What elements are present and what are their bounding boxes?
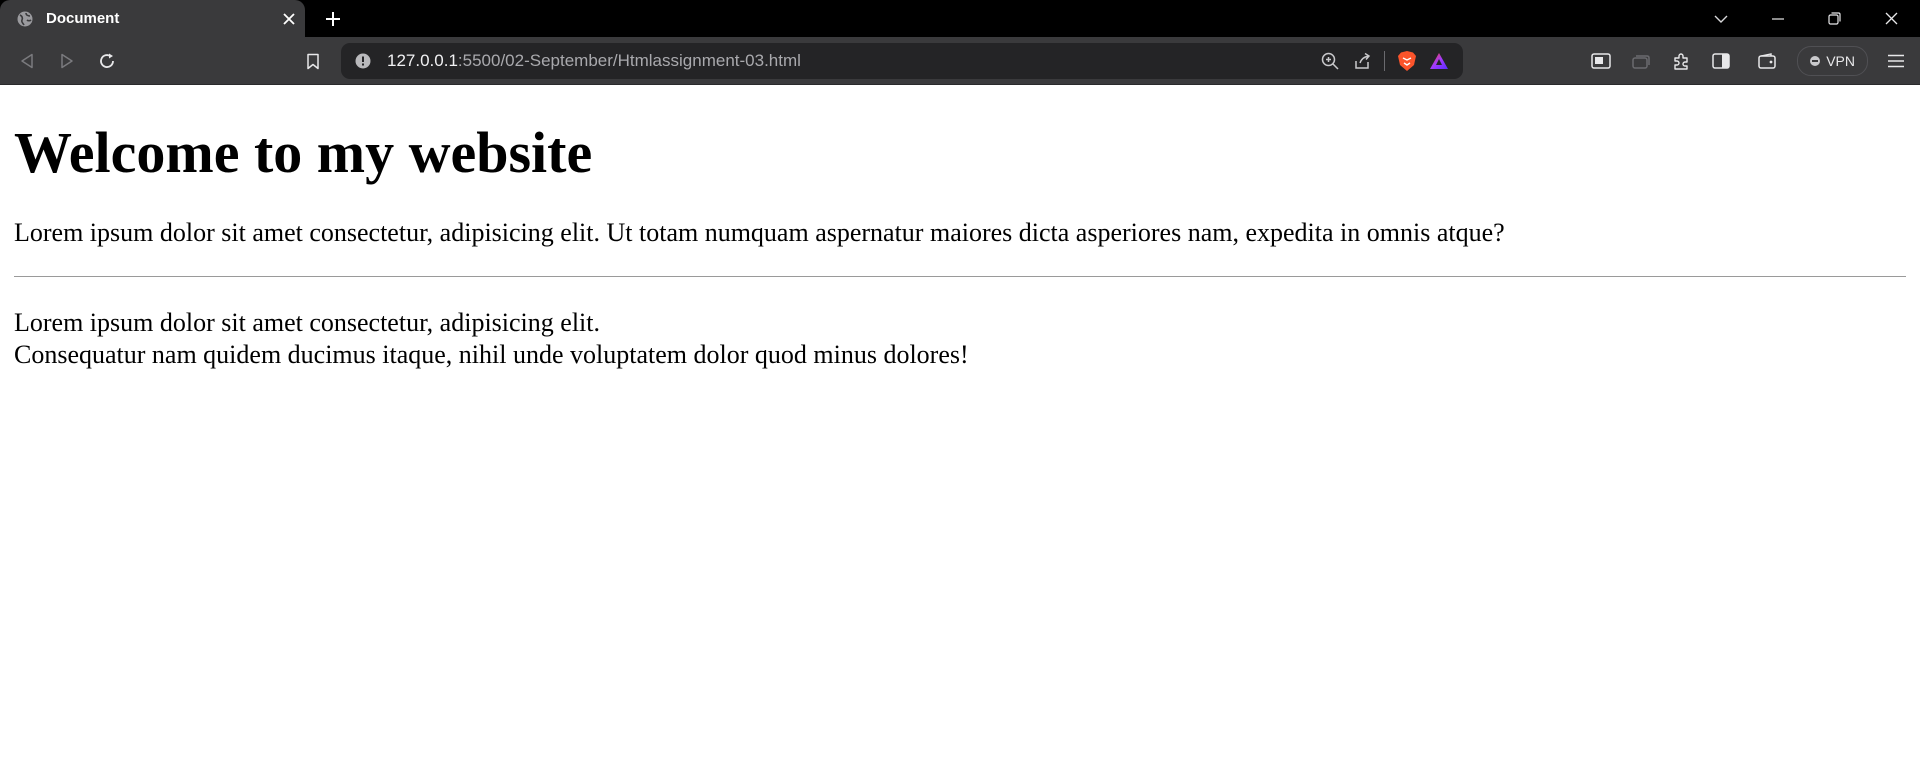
horizontal-rule (14, 275, 1906, 277)
sidebar-icon (1712, 52, 1730, 69)
globe-icon (16, 10, 34, 28)
window-controls (1692, 0, 1920, 37)
vpn-label: VPN (1826, 52, 1855, 69)
separator (1384, 51, 1385, 71)
back-arrow-icon (20, 53, 34, 69)
minimize-button[interactable] (1749, 0, 1806, 37)
url-path: :5500/02-September/Htmlassignment-03.htm… (457, 51, 801, 70)
vpn-status-icon (1810, 55, 1821, 66)
navigation-buttons (7, 43, 127, 79)
wallet-button[interactable] (1747, 43, 1787, 79)
brave-shields-button[interactable] (1391, 45, 1423, 77)
vpn-button[interactable]: VPN (1797, 45, 1868, 76)
brave-lion-icon (1397, 50, 1417, 72)
bookmark-icon (306, 53, 320, 70)
pip-icon (1591, 52, 1611, 69)
hamburger-menu-icon (1887, 54, 1905, 68)
page-heading: Welcome to my website (14, 120, 593, 185)
share-icon (1353, 52, 1371, 70)
brave-rewards-button[interactable] (1423, 45, 1455, 77)
url-host: 127.0.0.1 (387, 51, 458, 70)
browser-tab[interactable]: Document (0, 0, 305, 37)
puzzle-icon (1672, 52, 1690, 70)
main-menu-button[interactable] (1876, 43, 1916, 79)
forward-button[interactable] (47, 43, 87, 79)
zoom-in-icon (1321, 52, 1339, 70)
restore-button[interactable] (1806, 0, 1863, 37)
chevron-down-icon (1714, 15, 1728, 23)
tab-title: Document (46, 10, 120, 27)
plus-icon (325, 11, 341, 27)
wallet-icon (1758, 52, 1776, 69)
toolbar-right: VPN (1581, 37, 1920, 84)
extensions-button[interactable] (1661, 43, 1701, 79)
address-bar-actions (1314, 43, 1455, 79)
bookmark-button[interactable] (293, 43, 333, 79)
tab-strip: Document (0, 0, 1920, 37)
back-button[interactable] (7, 43, 47, 79)
paragraph-1: Lorem ipsum dolor sit amet consectetur, … (14, 217, 1505, 247)
new-tab-button[interactable] (319, 5, 347, 33)
restore-icon (1828, 12, 1841, 25)
reload-icon (98, 52, 116, 70)
window-close-button[interactable] (1863, 0, 1920, 37)
page-content: Welcome to my website Lorem ipsum dolor … (0, 120, 1920, 371)
forward-arrow-icon (60, 53, 74, 69)
picture-in-picture-button[interactable] (1581, 43, 1621, 79)
share-button[interactable] (1346, 45, 1378, 77)
paragraph-2: Lorem ipsum dolor sit amet consectetur, … (14, 307, 1906, 371)
paragraph-2-line-1: Lorem ipsum dolor sit amet consectetur, … (14, 307, 600, 337)
media-icon (1632, 53, 1650, 69)
minimize-icon (1771, 17, 1784, 20)
browser-toolbar: 127.0.0.1:5500/02-September/Htmlassignme… (0, 37, 1920, 85)
address-bar[interactable]: 127.0.0.1:5500/02-September/Htmlassignme… (341, 43, 1463, 79)
rewards-triangle-icon (1429, 52, 1449, 70)
media-button[interactable] (1621, 43, 1661, 79)
close-icon (1885, 12, 1898, 25)
zoom-button[interactable] (1314, 45, 1346, 77)
tab-search-button[interactable] (1692, 0, 1749, 37)
reload-button[interactable] (87, 43, 127, 79)
url-text[interactable]: 127.0.0.1:5500/02-September/Htmlassignme… (387, 51, 801, 71)
site-info-icon[interactable] (353, 51, 373, 71)
sidebar-button[interactable] (1701, 43, 1741, 79)
paragraph-2-line-2: Consequatur nam quidem ducimus itaque, n… (14, 339, 969, 369)
tab-close-icon[interactable] (279, 9, 299, 29)
